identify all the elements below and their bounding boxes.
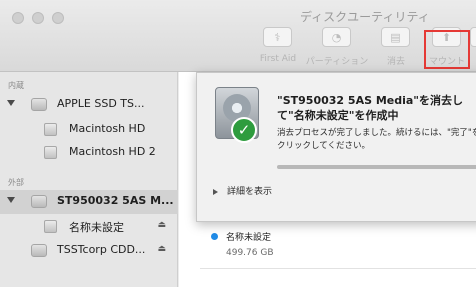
checkmark-icon: ✓ [231, 117, 257, 143]
sidebar-item-label: APPLE SSD TS... [57, 97, 145, 110]
external-disk-icon [31, 195, 47, 208]
optical-drive-icon [31, 244, 47, 257]
toolbar: ディスクユーティリティ ⚕ First Aid ◔ パーティション ▤ 消去 ⬆… [0, 0, 476, 72]
eject-icon[interactable]: ⏏ [157, 244, 166, 254]
first-aid-button[interactable]: ⚕ First Aid [255, 27, 301, 67]
volume-color-dot [211, 233, 218, 240]
sidebar-item-st950032[interactable]: ST950032 5AS M... [0, 190, 178, 214]
sidebar-item-label: ST950032 5AS M... [57, 194, 174, 207]
erase-icon: ▤ [381, 27, 410, 47]
sidebar: 内蔵 APPLE SSD TS... Macintosh HD Macintos… [0, 72, 178, 287]
progress-bar [277, 165, 476, 169]
section-external: 外部 [8, 178, 24, 187]
info-button[interactable] [470, 27, 476, 47]
close-button[interactable] [12, 12, 24, 24]
volume-icon [44, 220, 57, 233]
partition-label: パーティション [305, 57, 369, 67]
window-title: ディスクユーティリティ [300, 10, 430, 24]
show-details-toggle[interactable]: 詳細を表示 [227, 184, 272, 197]
progress-bar-fill [277, 165, 476, 169]
disclosure-triangle-icon[interactable] [7, 197, 15, 203]
volume-name: 名称未設定 [226, 233, 272, 243]
erase-progress-sheet: ✓ "ST950032 5AS Media"を消去して"名称未設定"を作成中 消… [196, 72, 476, 222]
partition-button[interactable]: ◔ パーティション [306, 27, 368, 67]
erase-button[interactable]: ▤ 消去 [373, 27, 419, 67]
eject-icon[interactable]: ⏏ [157, 220, 166, 230]
stethoscope-icon: ⚕ [263, 27, 292, 47]
disclosure-triangle-icon[interactable] [7, 100, 15, 106]
sidebar-item-untitled[interactable]: 名称未設定 ⏏ [0, 215, 178, 239]
sheet-message: 消去プロセスが完了しました。続けるには、"完了"をクリックしてください。 [277, 128, 476, 151]
sidebar-item-macintosh-hd[interactable]: Macintosh HD [0, 118, 178, 142]
minimize-button[interactable] [32, 12, 44, 24]
sidebar-item-apple-ssd[interactable]: APPLE SSD TS... [0, 93, 178, 117]
sidebar-item-label: Macintosh HD [69, 122, 146, 135]
sheet-title: "ST950032 5AS Media"を消去して"名称未設定"を作成中 [277, 94, 464, 122]
mount-highlight-box [424, 30, 470, 69]
sidebar-item-label: TSSTcorp CDD... [57, 243, 146, 256]
section-internal: 内蔵 [8, 81, 24, 90]
volume-size: 499.76 GB [226, 248, 274, 258]
first-aid-label: First Aid [259, 54, 297, 64]
disclosure-right-icon[interactable] [213, 189, 218, 195]
sidebar-item-tsstcorp[interactable]: TSSTcorp CDD... ⏏ [0, 239, 178, 263]
divider [200, 268, 476, 269]
sidebar-item-label: Macintosh HD 2 [69, 145, 156, 158]
sidebar-item-macintosh-hd-2[interactable]: Macintosh HD 2 [0, 141, 178, 165]
disk-utility-window: ディスクユーティリティ ⚕ First Aid ◔ パーティション ▤ 消去 ⬆… [0, 0, 476, 287]
zoom-button[interactable] [52, 12, 64, 24]
internal-disk-icon [31, 98, 47, 111]
sidebar-item-label: 名称未設定 [69, 221, 124, 234]
pie-chart-icon: ◔ [322, 27, 351, 47]
volume-icon [44, 123, 57, 136]
volume-icon [44, 146, 57, 159]
